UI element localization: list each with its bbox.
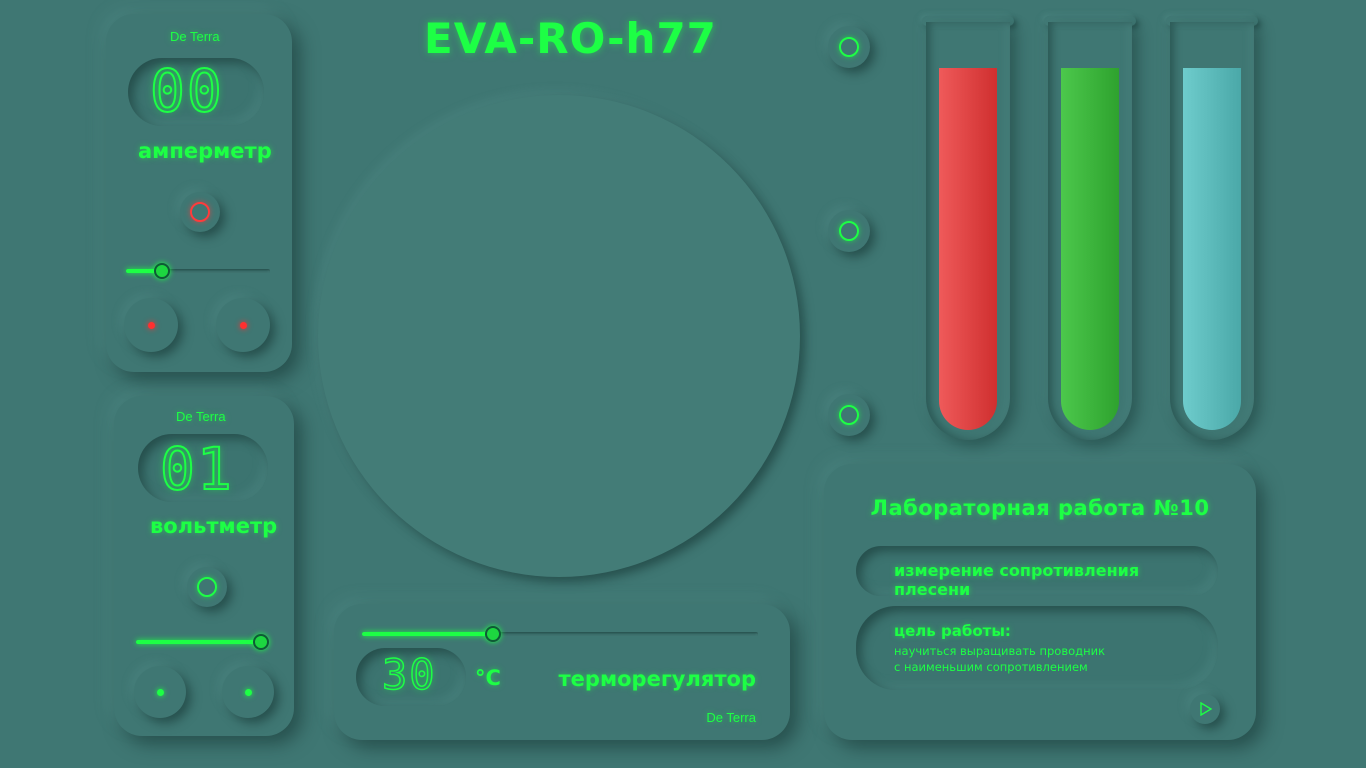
thermo-label: терморегулятор — [558, 667, 756, 691]
voltmeter-display: 01 — [138, 434, 268, 502]
voltmeter-terminal-left[interactable] — [134, 666, 186, 718]
test-tube-liquid-green — [1061, 68, 1119, 430]
voltmeter-terminal-right[interactable] — [222, 666, 274, 718]
ammeter-slider[interactable] — [126, 263, 270, 279]
app-title: EVA-RO-h77 — [424, 14, 717, 63]
ammeter-display: 00 — [128, 58, 264, 126]
lab-subject-field: измерение сопротивления плесени — [856, 546, 1218, 599]
lab-goal-heading: цель работы: — [894, 622, 1011, 640]
ring-icon — [839, 405, 859, 425]
thermo-reading: 30 — [381, 650, 437, 699]
voltmeter-brand: De Terra — [176, 409, 226, 424]
thermo-slider-handle[interactable] — [484, 626, 501, 642]
ammeter-terminal-right[interactable] — [216, 298, 270, 352]
thermo-slider[interactable] — [362, 626, 758, 642]
voltmeter-label: вольтметр — [150, 514, 278, 538]
thermo-brand: De Terra — [706, 710, 756, 725]
thermo-panel: 30 °C терморегулятор De Terra — [334, 604, 790, 740]
power-ring-icon — [190, 202, 210, 222]
tube-select-button-2[interactable] — [828, 210, 870, 252]
terminal-indicator-icon — [245, 689, 252, 696]
tube-select-button-1[interactable] — [828, 26, 870, 68]
ring-icon — [839, 37, 859, 57]
voltmeter-slider-handle[interactable] — [253, 634, 270, 650]
ammeter-label: амперметр — [138, 139, 272, 163]
power-ring-icon — [197, 577, 217, 597]
test-tube-liquid-cyan — [1183, 68, 1241, 430]
thermo-slider-fill — [362, 632, 493, 636]
voltmeter-power-button[interactable] — [187, 567, 227, 607]
thermo-display: 30 — [356, 648, 466, 706]
terminal-indicator-icon — [240, 322, 247, 329]
ammeter-power-button[interactable] — [180, 192, 220, 232]
ammeter-brand: De Terra — [170, 29, 220, 44]
voltmeter-slider-fill — [136, 640, 262, 644]
terminal-indicator-icon — [157, 689, 164, 696]
thermo-unit: °C — [475, 666, 501, 690]
voltmeter-slider[interactable] — [136, 634, 270, 650]
play-triangle-icon — [1200, 702, 1213, 716]
ring-icon — [839, 221, 859, 241]
lab-goal-field: цель работы: научиться выращивать провод… — [856, 606, 1218, 690]
lab-goal-line2: с наименьшим сопротивлением — [894, 660, 1088, 674]
lab-panel: Лабораторная работа №10 измерение сопрот… — [824, 464, 1256, 740]
lab-next-button[interactable] — [1190, 694, 1220, 724]
tube-select-button-3[interactable] — [828, 394, 870, 436]
voltmeter-reading: 01 — [159, 435, 234, 503]
ammeter-slider-handle[interactable] — [154, 263, 170, 279]
ammeter-terminal-left[interactable] — [124, 298, 178, 352]
lab-subject: измерение сопротивления плесени — [894, 561, 1140, 599]
lab-goal-line1: научиться выращивать проводник — [894, 644, 1106, 658]
terminal-indicator-icon — [148, 322, 155, 329]
ammeter-panel: De Terra 00 амперметр — [106, 14, 292, 372]
lab-title: Лабораторная работа №10 — [870, 496, 1210, 520]
voltmeter-panel: De Terra 01 вольтметр — [114, 396, 294, 736]
ammeter-reading: 00 — [149, 57, 224, 125]
test-tube-liquid-red — [939, 68, 997, 430]
petri-dish[interactable] — [318, 95, 800, 577]
